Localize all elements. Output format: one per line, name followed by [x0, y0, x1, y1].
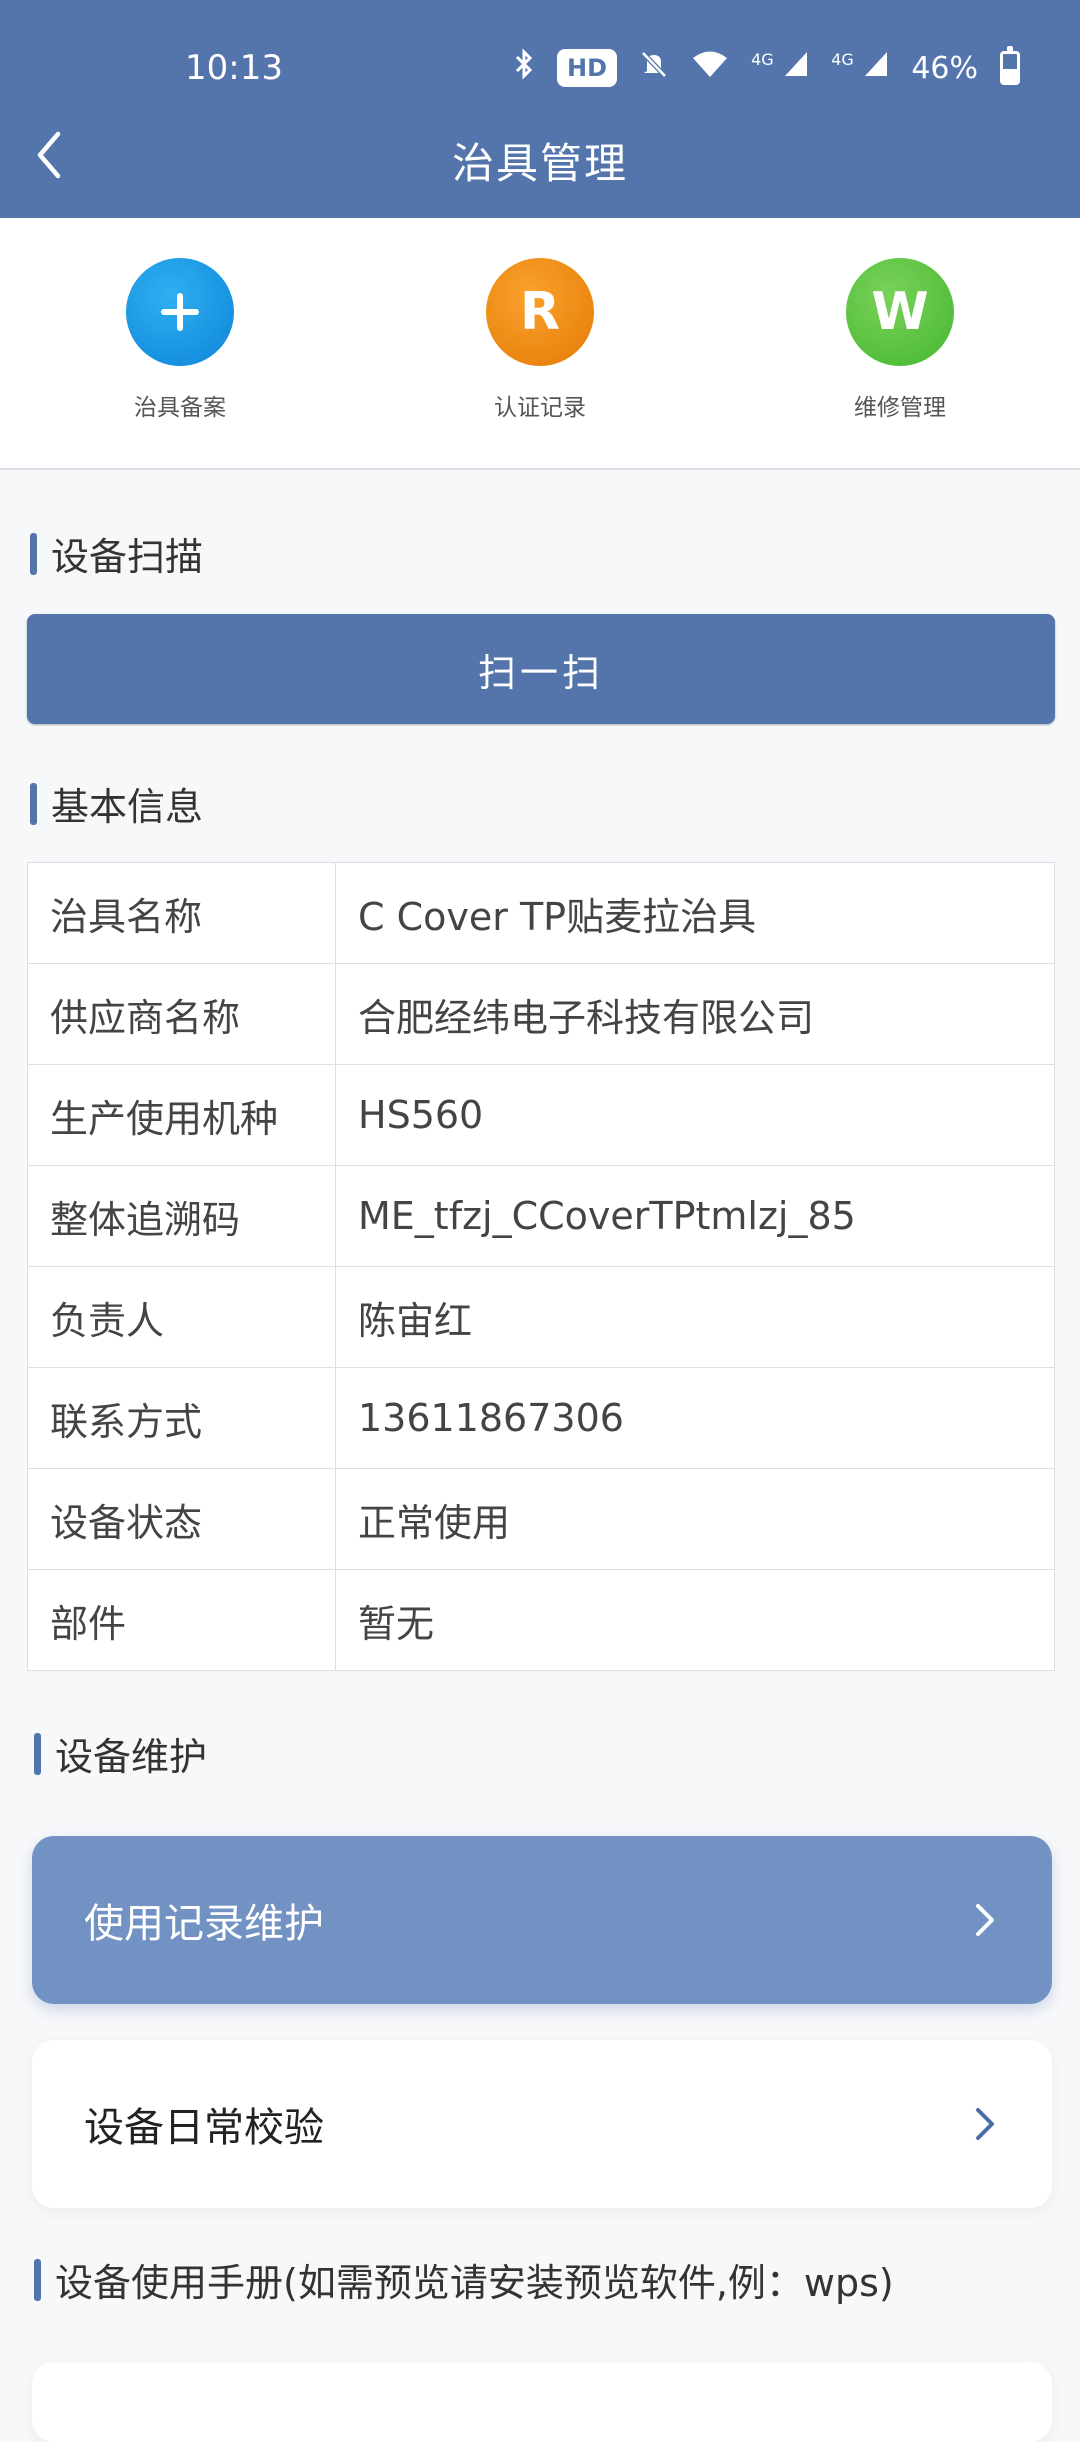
section-marker: [34, 1732, 41, 1775]
section-title-manual: 设备使用手册(如需预览请安装预览软件,例：wps): [34, 2252, 894, 2307]
section-marker: [34, 2258, 41, 2301]
table-row: 生产使用机种 HS560: [27, 1064, 1055, 1166]
row-label: 整体追溯码: [27, 1165, 336, 1267]
section-title-text: 设备使用手册(如需预览请安装预览软件,例：wps): [55, 2261, 894, 2305]
row-value: 13611867306: [335, 1367, 1055, 1469]
table-row: 联系方式 13611867306: [27, 1367, 1055, 1469]
quick-action-certification-records[interactable]: R 认证记录: [420, 258, 660, 422]
status-icons: HD 4G 4G 46%: [513, 46, 1020, 88]
signal-icon-2: 4G: [831, 50, 889, 86]
quick-action-label: 认证记录: [494, 395, 586, 421]
card-label: 设备日常校验: [84, 2105, 324, 2151]
row-label: 联系方式: [27, 1367, 336, 1469]
net-label-2: 4G: [831, 50, 854, 69]
chevron-right-icon: [976, 1904, 994, 1936]
table-row: 整体追溯码 ME_tfzj_CCoverTPtmlzj_85: [27, 1165, 1055, 1267]
quick-action-repair-management[interactable]: W 维修管理: [780, 258, 1020, 422]
section-title-scan: 设备扫描: [30, 526, 203, 581]
battery-fill: [1003, 69, 1017, 82]
row-value: HS560: [335, 1064, 1055, 1166]
quick-action-label: 维修管理: [854, 395, 946, 421]
wifi-icon: [691, 49, 729, 87]
hd-voice-icon: HD: [557, 49, 618, 87]
daily-calibration-card[interactable]: 设备日常校验: [32, 2040, 1052, 2208]
section-title-basic-info: 基本信息: [30, 776, 203, 831]
signal-icon-1: 4G: [751, 50, 809, 86]
section-title-text: 基本信息: [51, 785, 204, 829]
section-marker: [30, 782, 37, 825]
row-value: 暂无: [335, 1569, 1055, 1671]
row-value: 陈宙红: [335, 1266, 1055, 1368]
table-row: 部件 暂无: [27, 1569, 1055, 1671]
net-label-1: 4G: [751, 50, 774, 69]
basic-info-table: 治具名称 C Cover TP贴麦拉治具 供应商名称 合肥经纬电子科技有限公司 生产…: [27, 862, 1055, 1671]
r-letter-icon: R: [486, 258, 594, 366]
mute-bell-icon: [639, 49, 669, 87]
battery-icon: [1000, 46, 1020, 85]
manual-list-card[interactable]: [32, 2362, 1052, 2442]
page-title: 治具管理: [451, 139, 628, 188]
row-label: 供应商名称: [27, 963, 336, 1065]
card-label: 使用记录维护: [84, 1901, 324, 1947]
row-value: ME_tfzj_CCoverTPtmlzj_85: [335, 1165, 1055, 1267]
section-title-text: 设备扫描: [51, 535, 204, 579]
status-time: 10:13: [185, 48, 283, 88]
quick-action-label: 治具备案: [134, 395, 226, 421]
quick-actions-bar: 治具备案 R 认证记录 W 维修管理: [0, 218, 1080, 470]
quick-action-fixture-register[interactable]: 治具备案: [60, 258, 300, 422]
row-label: 负责人: [27, 1266, 336, 1368]
row-value: 正常使用: [335, 1468, 1055, 1570]
section-title-maintenance: 设备维护: [34, 1726, 207, 1781]
table-row: 治具名称 C Cover TP贴麦拉治具: [27, 862, 1055, 964]
section-title-text: 设备维护: [55, 1735, 208, 1779]
hd-label: HD: [567, 54, 608, 82]
row-label: 生产使用机种: [27, 1064, 336, 1166]
row-label: 部件: [27, 1569, 336, 1671]
table-row: 负责人 陈宙红: [27, 1266, 1055, 1368]
w-letter-icon: W: [846, 258, 954, 366]
chevron-right-icon: [976, 2108, 994, 2140]
row-value: C Cover TP贴麦拉治具: [335, 862, 1055, 964]
row-label: 治具名称: [27, 862, 336, 964]
app-header: 10:13 HD 4G 4G 46% 治具管理: [0, 0, 1080, 218]
bluetooth-icon: [513, 48, 535, 88]
row-value: 合肥经纬电子科技有限公司: [335, 963, 1055, 1065]
scan-button[interactable]: 扫一扫: [27, 614, 1055, 724]
table-row: 供应商名称 合肥经纬电子科技有限公司: [27, 963, 1055, 1065]
battery-percent: 46%: [911, 50, 978, 86]
row-label: 设备状态: [27, 1468, 336, 1570]
plus-icon: [126, 258, 234, 366]
table-row: 设备状态 正常使用: [27, 1468, 1055, 1570]
section-marker: [30, 532, 37, 575]
usage-record-maintenance-card[interactable]: 使用记录维护: [32, 1836, 1052, 2004]
